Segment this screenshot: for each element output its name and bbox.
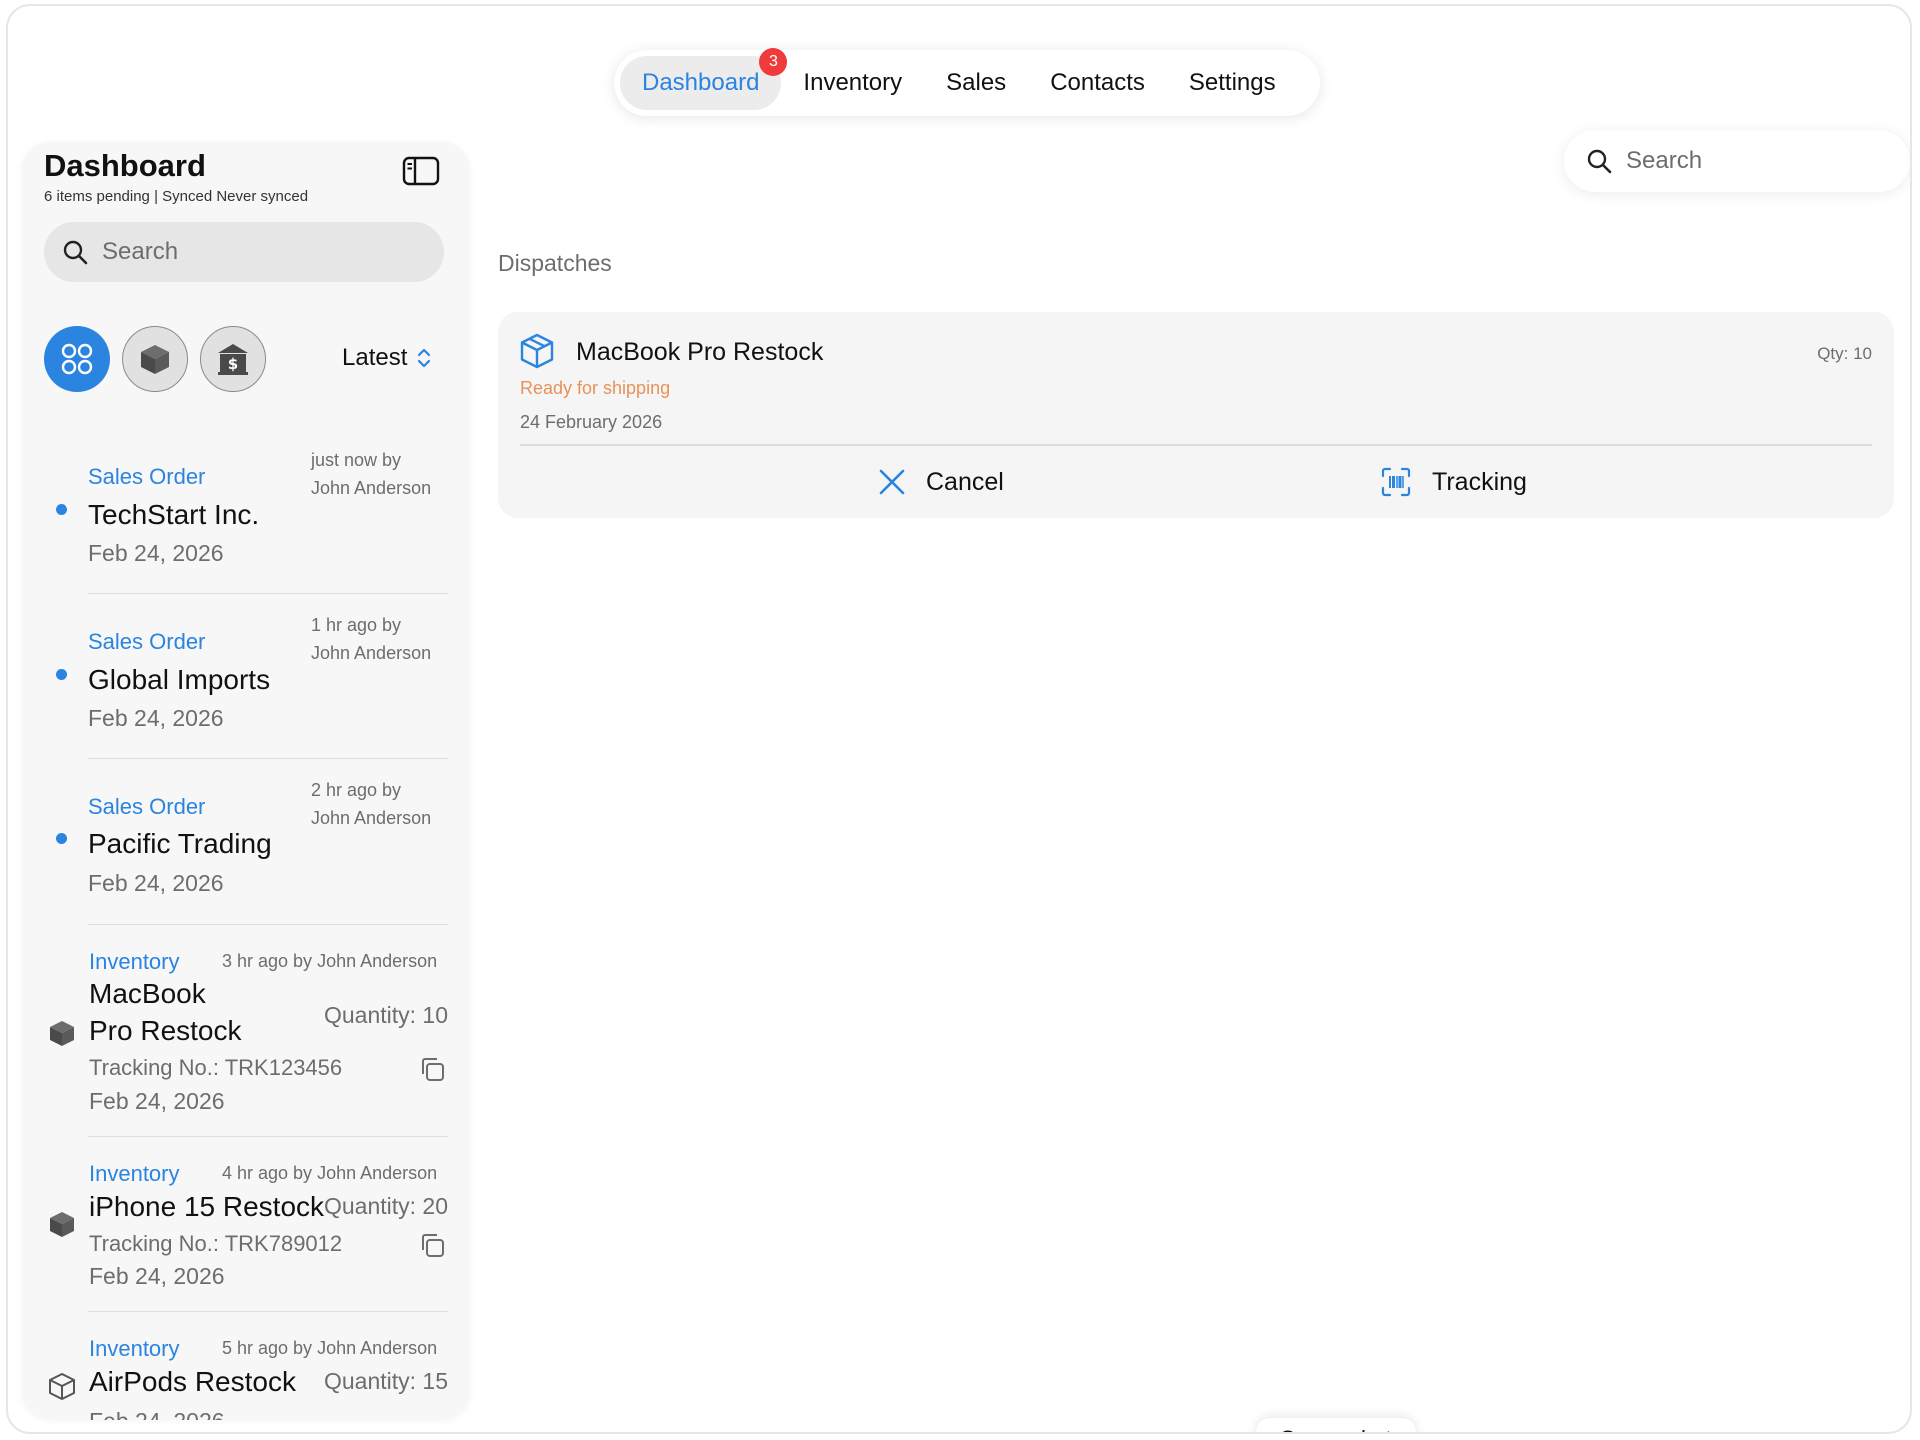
tab-dashboard[interactable]: Dashboard 3 [620, 48, 788, 110]
item-meta: 3 hr ago by John Anderson [222, 951, 438, 971]
tracking-number: Tracking No.: TRK789012 [89, 1231, 343, 1256]
box-outline-icon [49, 1373, 75, 1400]
item-type: Sales Order [88, 629, 206, 654]
copy-icon[interactable] [418, 1055, 446, 1083]
item-name: Pacific Trading [88, 828, 272, 859]
item-name: Global Imports [88, 664, 271, 695]
tab-label: Inventory [803, 69, 903, 96]
tab-contacts[interactable]: Contacts [1028, 56, 1167, 110]
item-meta: 4 hr ago by John Anderson [222, 1163, 438, 1183]
dispatch-status: Ready for shipping [520, 378, 671, 398]
unread-dot [56, 504, 67, 515]
svg-text:$: $ [228, 355, 238, 373]
box-icon [50, 1212, 74, 1237]
close-icon [879, 469, 905, 495]
item-author: John Anderson [311, 643, 432, 663]
item-meta: 5 hr ago by John Anderson [222, 1338, 438, 1358]
item-author: John Anderson [311, 478, 432, 498]
top-search-bar[interactable] [1564, 130, 1910, 192]
item-time: 2 hr ago by [311, 780, 402, 800]
item-name-line2: Pro Restock [89, 1015, 242, 1046]
item-type: Sales Order [88, 464, 206, 489]
item-time: 1 hr ago by [311, 615, 402, 635]
item-time: just now by [311, 450, 402, 470]
activity-feed: Sales Order just now by John Anderson Te… [22, 428, 470, 1420]
tracking-label: Tracking [1432, 467, 1527, 496]
sidebar-toggle-icon[interactable] [402, 156, 440, 186]
section-title: Dispatches [498, 250, 612, 276]
filter-all-button[interactable] [44, 326, 110, 392]
bank-icon: $ [218, 344, 248, 375]
tab-label: Settings [1188, 69, 1276, 96]
item-quantity: Quantity: 10 [324, 1002, 449, 1028]
tracking-button[interactable]: Tracking [1380, 460, 1527, 504]
sidebar: Dashboard 6 items pending | Synced Never… [22, 142, 470, 1420]
item-date: Feb 24, 2026 [88, 870, 224, 896]
item-type: Inventory [89, 949, 180, 974]
copy-icon[interactable] [418, 1231, 446, 1259]
filter-inventory-button[interactable] [122, 326, 188, 392]
dispatch-name: MacBook Pro Restock [576, 338, 824, 366]
item-name: MacBook [89, 978, 206, 1009]
dispatch-qty: Qty: 10 [1817, 344, 1872, 363]
divider [520, 444, 1872, 446]
unread-dot [56, 833, 67, 844]
filter-sales-button[interactable]: $ [200, 326, 266, 392]
tracking-number: Tracking No.: TRK123456 [89, 1055, 343, 1080]
sort-button[interactable]: Latest [342, 340, 431, 376]
search-icon [1587, 149, 1612, 174]
list-item[interactable]: Sales Order just now by John Anderson Te… [22, 428, 470, 594]
item-type: Sales Order [88, 794, 206, 819]
item-author: John Anderson [311, 808, 432, 828]
app-window: Dashboard 3 Inventory Sales Contacts Set… [6, 4, 1912, 1434]
list-item[interactable]: Inventory 4 hr ago by John Anderson iPho… [22, 1137, 470, 1312]
tab-inventory[interactable]: Inventory [781, 56, 924, 110]
cancel-button[interactable]: Cancel [878, 460, 1004, 504]
list-item[interactable]: Sales Order 1 hr ago by John Anderson Gl… [22, 594, 470, 759]
tab-settings[interactable]: Settings [1167, 56, 1298, 110]
tab-label: Contacts [1050, 69, 1145, 96]
dispatch-card[interactable]: MacBook Pro Restock Qty: 10 Ready for sh… [498, 312, 1894, 518]
sidebar-search[interactable] [44, 222, 444, 282]
screenshot-button[interactable]: Screenshot [1256, 1418, 1416, 1432]
dispatch-date: 24 February 2026 [520, 412, 663, 432]
list-item[interactable]: Inventory 5 hr ago by John Anderson AirP… [22, 1312, 470, 1420]
unread-dot [56, 669, 67, 680]
item-type: Inventory [89, 1336, 180, 1361]
barcode-scan-icon [1381, 467, 1411, 497]
grid-icon [61, 343, 93, 375]
item-date: Feb 24, 2026 [88, 705, 224, 731]
item-date: Feb 24, 2026 [89, 1408, 225, 1420]
chevron-up-down-icon [418, 348, 431, 368]
search-icon [63, 240, 88, 265]
sort-label: Latest [342, 344, 408, 371]
box-icon [141, 345, 169, 374]
item-date: Feb 24, 2026 [89, 1088, 225, 1114]
tab-sales[interactable]: Sales [924, 56, 1028, 110]
item-type: Inventory [89, 1161, 180, 1186]
top-search-input[interactable] [1626, 147, 1886, 175]
box-icon [50, 1021, 74, 1046]
item-name: AirPods Restock [89, 1366, 296, 1397]
shipping-box-icon [520, 333, 554, 369]
sidebar-title: Dashboard [44, 148, 206, 183]
top-nav: Dashboard 3 Inventory Sales Contacts Set… [614, 48, 1320, 116]
tab-label: Dashboard [642, 69, 760, 96]
cancel-label: Cancel [926, 467, 1004, 496]
item-name: TechStart Inc. [88, 499, 260, 530]
item-quantity: Quantity: 20 [324, 1193, 449, 1219]
item-date: Feb 24, 2026 [88, 540, 224, 566]
item-name: iPhone 15 Restock [89, 1191, 325, 1222]
sync-status: 6 items pending | Synced Never synced [44, 188, 309, 205]
sidebar-search-input[interactable] [102, 238, 402, 266]
list-item[interactable]: Inventory 3 hr ago by John Anderson MacB… [22, 925, 470, 1137]
list-item[interactable]: Sales Order 2 hr ago by John Anderson Pa… [22, 759, 470, 925]
item-quantity: Quantity: 15 [324, 1368, 449, 1394]
item-date: Feb 24, 2026 [89, 1263, 225, 1289]
tab-label: Sales [946, 69, 1007, 96]
